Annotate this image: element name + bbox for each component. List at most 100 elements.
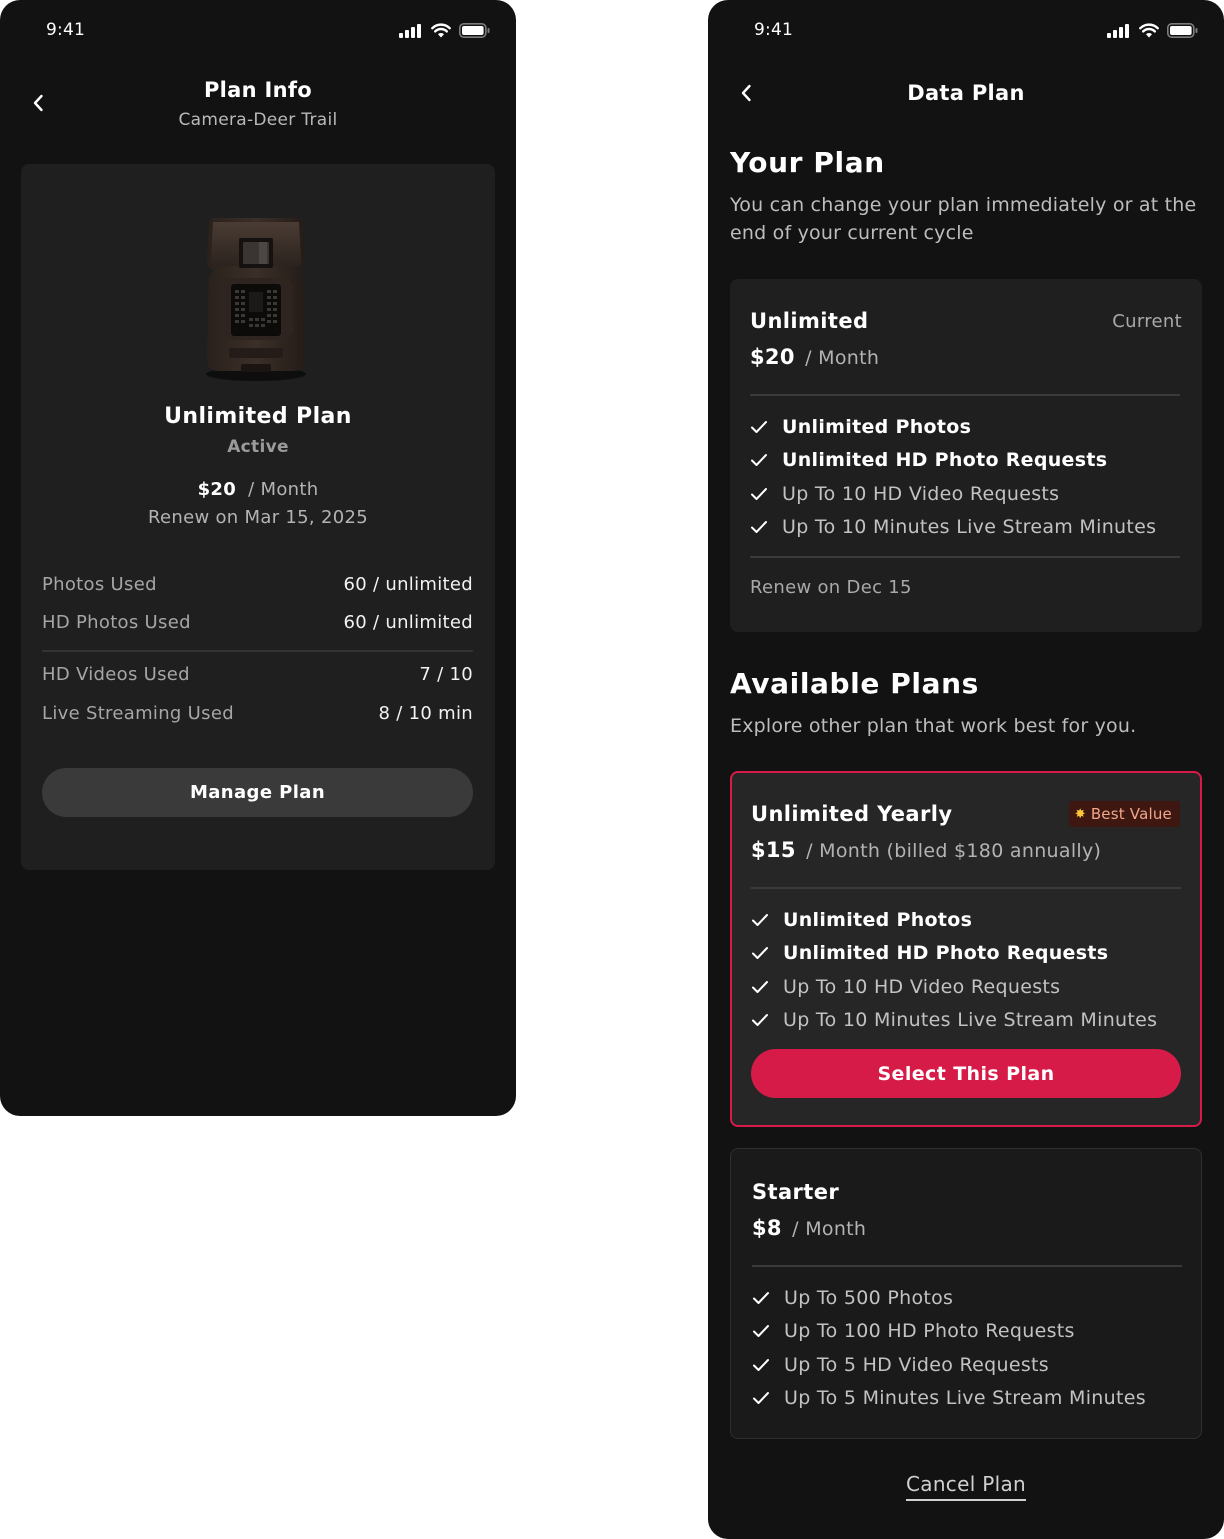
feature-text: Up To 5 HD Video Requests [784, 1353, 1049, 1376]
plan-price: $20 [750, 345, 795, 369]
plan-name: Unlimited [750, 309, 869, 333]
feature-list: Unlimited Photos Unlimited HD Photo Requ… [751, 903, 1191, 1037]
feature-text: Unlimited HD Photo Requests [782, 449, 1108, 472]
battery-icon [459, 23, 490, 38]
feature-item: Up To 10 Minutes Live Stream Minutes [750, 511, 1190, 545]
badge-text: Best Value [1090, 805, 1172, 823]
plan-name: Unlimited Plan [164, 404, 352, 429]
usage-label: Photos Used [42, 574, 157, 595]
feature-text: Up To 10 HD Video Requests [782, 482, 1060, 505]
plan-price: $8 [752, 1216, 782, 1240]
current-plan-card: Unlimited Current $20 / Month Unlimited … [730, 279, 1202, 632]
plan-renew-date: Renew on Dec 15 [750, 577, 912, 598]
page-title: Plan Info [203, 78, 313, 102]
usage-value: 60 / unlimited [343, 612, 473, 633]
feature-item: Up To 5 HD Video Requests [752, 1348, 1192, 1382]
usage-label: HD Videos Used [42, 664, 190, 685]
cancel-plan-link[interactable]: Cancel Plan [906, 1472, 1026, 1501]
manage-plan-button[interactable]: Manage Plan [42, 768, 473, 817]
plan-info-screen: 9:41 Plan Info Camera-Deer Trail Unlimit… [0, 0, 516, 1116]
check-icon [752, 980, 768, 993]
select-plan-button[interactable]: Select This Plan [751, 1049, 1181, 1098]
plan-price: $15 [751, 838, 796, 862]
feature-item: Up To 100 HD Photo Requests [752, 1315, 1192, 1349]
feature-text: Up To 10 Minutes Live Stream Minutes [783, 1009, 1158, 1032]
battery-icon [1167, 23, 1198, 38]
feature-item: Up To 10 HD Video Requests [751, 970, 1191, 1004]
feature-text: Up To 10 Minutes Live Stream Minutes [782, 516, 1157, 539]
check-icon [751, 521, 767, 534]
feature-item: Unlimited HD Photo Requests [750, 444, 1190, 478]
plan-price-line: $8 / Month [752, 1216, 866, 1240]
usage-row-hd-photos: HD Photos Used 60 / unlimited [42, 612, 473, 633]
check-icon [752, 913, 768, 926]
check-icon [752, 1014, 768, 1027]
your-plan-subtitle: You can change your plan immediately or … [730, 194, 1197, 244]
plan-divider [752, 1265, 1182, 1267]
check-icon [751, 420, 767, 433]
usage-value: 60 / unlimited [343, 574, 473, 595]
plan-name: Unlimited Yearly [751, 802, 953, 826]
plan-price-line: $20 / Month [750, 345, 879, 369]
check-icon [752, 947, 768, 960]
usage-row-live-streaming: Live Streaming Used 8 / 10 min [42, 703, 473, 724]
plan-divider [750, 556, 1180, 558]
plan-price-line: $20 / Month [21, 479, 495, 500]
plan-period: / Month [248, 479, 319, 500]
plan-info-card: Unlimited Plan Active $20 / Month Renew … [21, 164, 495, 870]
usage-label: Live Streaming Used [42, 703, 234, 724]
usage-row-hd-videos: HD Videos Used 7 / 10 [42, 664, 473, 685]
plan-period: / Month (billed $180 annually) [806, 840, 1102, 862]
data-plan-screen: 9:41 Data Plan Your Plan You can change … [708, 0, 1224, 1539]
feature-text: Unlimited Photos [782, 415, 972, 438]
feature-text: Unlimited Photos [783, 908, 973, 931]
plan-renew-date: Renew on Mar 15, 2025 [148, 507, 368, 528]
usage-label: HD Photos Used [42, 612, 191, 633]
feature-text: Unlimited HD Photo Requests [783, 942, 1109, 965]
usage-divider [42, 650, 473, 652]
feature-text: Up To 10 HD Video Requests [783, 975, 1061, 998]
status-time: 9:41 [46, 20, 85, 40]
usage-value: 7 / 10 [419, 664, 473, 685]
feature-text: Up To 5 Minutes Live Stream Minutes [784, 1387, 1146, 1410]
cellular-signal-icon [1107, 23, 1129, 38]
yearly-plan-card[interactable]: Unlimited Yearly ✸ Best Value $15 / Mont… [730, 771, 1202, 1127]
star-icon: ✸ [1074, 806, 1086, 822]
check-icon [753, 1325, 769, 1338]
current-tag: Current [1112, 311, 1182, 332]
plan-divider [750, 394, 1180, 396]
plan-divider [751, 887, 1181, 889]
your-plan-title: Your Plan [730, 146, 885, 179]
wifi-icon [1139, 23, 1159, 38]
best-value-badge: ✸ Best Value [1068, 801, 1180, 827]
status-bar: 9:41 [708, 0, 1224, 60]
check-icon [751, 454, 767, 467]
feature-item: Up To 500 Photos [752, 1281, 1192, 1315]
feature-item: Up To 5 Minutes Live Stream Minutes [752, 1382, 1192, 1416]
plan-name: Starter [752, 1180, 840, 1204]
status-time: 9:41 [754, 20, 793, 40]
plan-period: / Month [805, 347, 880, 369]
available-plans-title: Available Plans [730, 667, 979, 700]
status-icons [1107, 23, 1198, 38]
feature-item: Unlimited Photos [750, 410, 1190, 444]
plan-period: / Month [792, 1218, 867, 1240]
feature-item: Unlimited HD Photo Requests [751, 937, 1191, 971]
page-subtitle: Camera-Deer Trail [178, 110, 338, 130]
check-icon [753, 1392, 769, 1405]
plan-price: $20 [197, 479, 237, 500]
feature-list: Up To 500 Photos Up To 100 HD Photo Requ… [752, 1281, 1192, 1415]
feature-list: Unlimited Photos Unlimited HD Photo Requ… [750, 410, 1190, 544]
feature-item: Up To 10 HD Video Requests [750, 477, 1190, 511]
plan-price-line: $15 / Month (billed $180 annually) [751, 838, 1101, 862]
available-plans-subtitle: Explore other plan that work best for yo… [730, 715, 1137, 737]
check-icon [753, 1291, 769, 1304]
feature-text: Up To 100 HD Photo Requests [784, 1320, 1075, 1343]
check-icon [753, 1358, 769, 1371]
status-icons [399, 23, 490, 38]
page-title: Data Plan [907, 81, 1025, 105]
cancel-plan-link-row: Cancel Plan [708, 1472, 1224, 1501]
plan-status: Active [227, 437, 289, 457]
feature-item: Unlimited Photos [751, 903, 1191, 937]
starter-plan-card[interactable]: Starter $8 / Month Up To 500 Photos Up T… [730, 1148, 1202, 1439]
